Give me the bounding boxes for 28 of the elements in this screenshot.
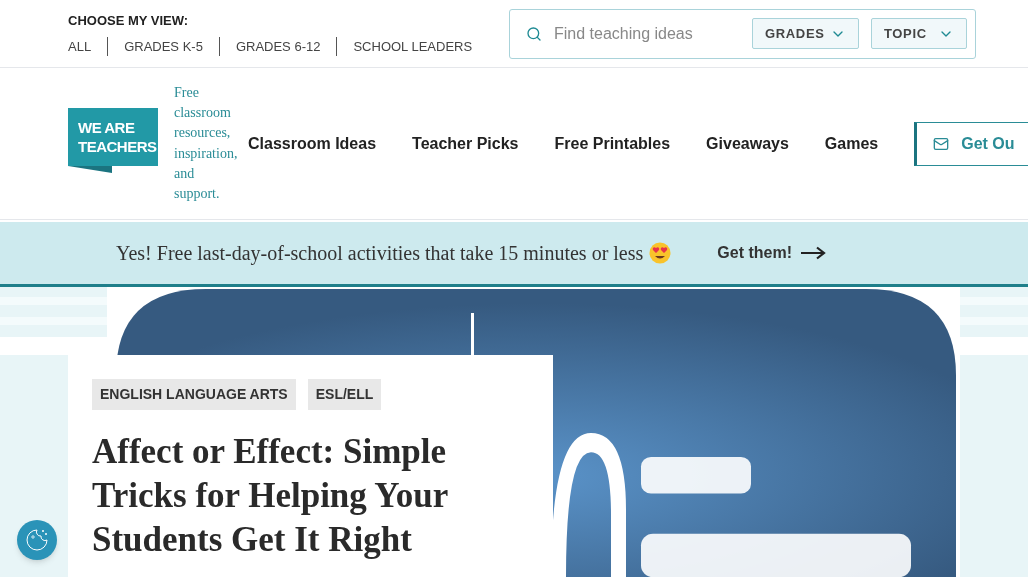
view-label: CHOOSE MY VIEW: — [68, 12, 190, 30]
category-tag[interactable]: ENGLISH LANGUAGE ARTS — [92, 379, 296, 410]
logo-text: TEACHERS — [78, 137, 158, 156]
article-title: Affect or Effect: Simple Tricks for Helping Your Students Get It Right — [92, 431, 449, 561]
nav-link[interactable]: Games — [824, 131, 879, 156]
nav-link[interactable]: Giveaways — [706, 131, 789, 156]
tagline: Free classroom resources, inspiration, and support. — [174, 83, 239, 204]
category-tag[interactable]: ESL/ELL — [307, 379, 382, 410]
promo-text: Yes! Free last-day-of-school activities that take 15 minutes or less — [116, 241, 644, 267]
mail-icon — [933, 135, 950, 152]
nav-link[interactable]: Classroom Ideas — [248, 131, 377, 156]
search-field[interactable]: Find teaching ideas — [554, 21, 740, 46]
view-link[interactable]: GRADES K-5 — [107, 36, 219, 56]
logo-text: WE ARE — [78, 118, 136, 137]
heart-eyes-emoji-icon — [649, 242, 672, 264]
filter-dropdown[interactable]: GRADES — [752, 18, 859, 49]
promo-link[interactable]: Get them! — [717, 241, 826, 265]
nav-link[interactable]: Free Printables — [554, 131, 671, 156]
view-link[interactable]: SCHOOL LEADERS — [336, 36, 489, 56]
arrow-right-icon — [799, 246, 826, 260]
cookie-settings-button[interactable] — [17, 520, 57, 560]
filter-dropdown[interactable]: TOPIC — [871, 18, 967, 49]
cookie-icon — [24, 527, 50, 553]
search-icon — [526, 25, 542, 42]
nav-link[interactable]: Teacher Picks — [412, 131, 519, 156]
view-link[interactable]: ALL — [68, 36, 108, 56]
newsletter-button[interactable]: Get Ou — [914, 121, 1028, 166]
view-link[interactable]: GRADES 6-12 — [218, 36, 337, 56]
